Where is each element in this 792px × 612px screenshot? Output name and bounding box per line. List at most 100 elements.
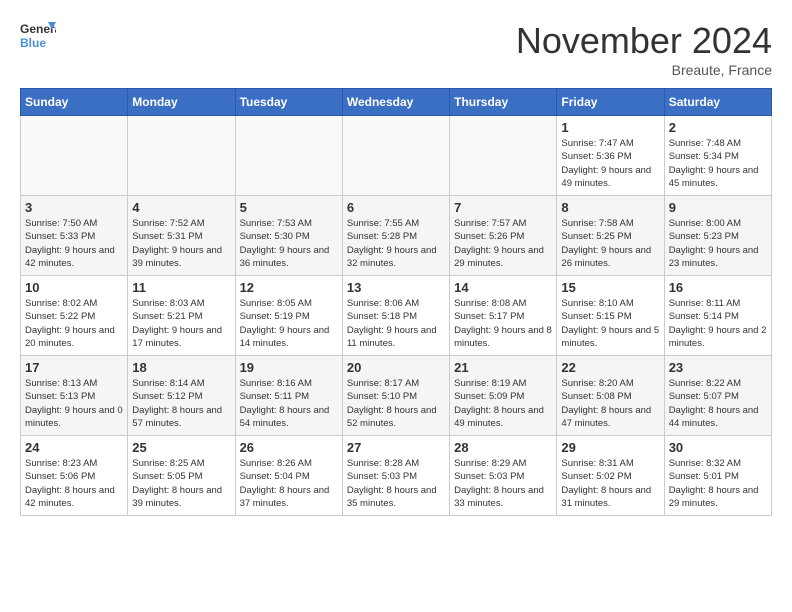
calendar-cell: 27 Sunrise: 8:28 AM Sunset: 5:03 PM Dayli… xyxy=(342,436,449,516)
calendar-cell: 14 Sunrise: 8:08 AM Sunset: 5:17 PM Dayli… xyxy=(450,276,557,356)
day-number: 4 xyxy=(132,200,230,215)
calendar-cell xyxy=(235,116,342,196)
day-number: 14 xyxy=(454,280,552,295)
day-number: 20 xyxy=(347,360,445,375)
calendar-cell: 8 Sunrise: 7:58 AM Sunset: 5:25 PM Daylig… xyxy=(557,196,664,276)
day-info: Sunrise: 8:28 AM Sunset: 5:03 PM Dayligh… xyxy=(347,457,445,510)
day-number: 17 xyxy=(25,360,123,375)
day-number: 6 xyxy=(347,200,445,215)
day-info: Sunrise: 7:58 AM Sunset: 5:25 PM Dayligh… xyxy=(561,217,659,270)
day-info: Sunrise: 8:02 AM Sunset: 5:22 PM Dayligh… xyxy=(25,297,123,350)
calendar-cell: 17 Sunrise: 8:13 AM Sunset: 5:13 PM Dayli… xyxy=(21,356,128,436)
calendar-cell xyxy=(21,116,128,196)
day-info: Sunrise: 7:48 AM Sunset: 5:34 PM Dayligh… xyxy=(669,137,767,190)
calendar-cell: 6 Sunrise: 7:55 AM Sunset: 5:28 PM Daylig… xyxy=(342,196,449,276)
weekday-header: Saturday xyxy=(664,89,771,116)
day-number: 9 xyxy=(669,200,767,215)
page-header: General Blue November 2024 Breaute, Fran… xyxy=(20,20,772,78)
weekday-header: Wednesday xyxy=(342,89,449,116)
day-number: 15 xyxy=(561,280,659,295)
day-info: Sunrise: 7:47 AM Sunset: 5:36 PM Dayligh… xyxy=(561,137,659,190)
day-number: 29 xyxy=(561,440,659,455)
day-info: Sunrise: 8:17 AM Sunset: 5:10 PM Dayligh… xyxy=(347,377,445,430)
logo: General Blue xyxy=(20,20,56,50)
weekday-header: Friday xyxy=(557,89,664,116)
day-number: 28 xyxy=(454,440,552,455)
calendar-cell: 3 Sunrise: 7:50 AM Sunset: 5:33 PM Daylig… xyxy=(21,196,128,276)
logo-svg: General Blue xyxy=(20,20,56,50)
calendar-cell: 1 Sunrise: 7:47 AM Sunset: 5:36 PM Daylig… xyxy=(557,116,664,196)
month-title: November 2024 xyxy=(516,20,772,62)
calendar-cell: 23Sunrise: 8:22 AM Sunset: 5:07 PM Dayli… xyxy=(664,356,771,436)
calendar-cell: 20 Sunrise: 8:17 AM Sunset: 5:10 PM Dayli… xyxy=(342,356,449,436)
calendar-cell: 9 Sunrise: 8:00 AM Sunset: 5:23 PM Daylig… xyxy=(664,196,771,276)
day-number: 5 xyxy=(240,200,338,215)
calendar-cell: 16 Sunrise: 8:11 AM Sunset: 5:14 PM Dayli… xyxy=(664,276,771,356)
day-number: 16 xyxy=(669,280,767,295)
day-number: 13 xyxy=(347,280,445,295)
location: Breaute, France xyxy=(516,62,772,78)
day-number: 19 xyxy=(240,360,338,375)
calendar-cell: 24Sunrise: 8:23 AM Sunset: 5:06 PM Dayli… xyxy=(21,436,128,516)
day-info: Sunrise: 8:19 AM Sunset: 5:09 PM Dayligh… xyxy=(454,377,552,430)
calendar-row: 3 Sunrise: 7:50 AM Sunset: 5:33 PM Daylig… xyxy=(21,196,772,276)
calendar-cell: 4 Sunrise: 7:52 AM Sunset: 5:31 PM Daylig… xyxy=(128,196,235,276)
calendar-row: 10 Sunrise: 8:02 AM Sunset: 5:22 PM Dayli… xyxy=(21,276,772,356)
calendar-cell: 7Sunrise: 7:57 AM Sunset: 5:26 PM Daylig… xyxy=(450,196,557,276)
svg-text:Blue: Blue xyxy=(20,36,46,50)
day-number: 2 xyxy=(669,120,767,135)
day-number: 11 xyxy=(132,280,230,295)
day-number: 12 xyxy=(240,280,338,295)
calendar-cell xyxy=(342,116,449,196)
day-info: Sunrise: 7:53 AM Sunset: 5:30 PM Dayligh… xyxy=(240,217,338,270)
day-number: 23 xyxy=(669,360,767,375)
calendar-cell xyxy=(450,116,557,196)
day-info: Sunrise: 7:50 AM Sunset: 5:33 PM Dayligh… xyxy=(25,217,123,270)
calendar-cell: 12 Sunrise: 8:05 AM Sunset: 5:19 PM Dayli… xyxy=(235,276,342,356)
day-number: 7 xyxy=(454,200,552,215)
weekday-header: Monday xyxy=(128,89,235,116)
day-info: Sunrise: 8:13 AM Sunset: 5:13 PM Dayligh… xyxy=(25,377,123,430)
weekday-header: Tuesday xyxy=(235,89,342,116)
day-info: Sunrise: 8:06 AM Sunset: 5:18 PM Dayligh… xyxy=(347,297,445,350)
calendar-cell: 22Sunrise: 8:20 AM Sunset: 5:08 PM Dayli… xyxy=(557,356,664,436)
day-number: 8 xyxy=(561,200,659,215)
calendar-cell xyxy=(128,116,235,196)
day-number: 27 xyxy=(347,440,445,455)
day-info: Sunrise: 7:52 AM Sunset: 5:31 PM Dayligh… xyxy=(132,217,230,270)
day-number: 1 xyxy=(561,120,659,135)
day-number: 21 xyxy=(454,360,552,375)
day-number: 25 xyxy=(132,440,230,455)
calendar-cell: 25 Sunrise: 8:25 AM Sunset: 5:05 PM Dayli… xyxy=(128,436,235,516)
calendar-cell: 13 Sunrise: 8:06 AM Sunset: 5:18 PM Dayli… xyxy=(342,276,449,356)
calendar-cell: 2 Sunrise: 7:48 AM Sunset: 5:34 PM Daylig… xyxy=(664,116,771,196)
title-block: November 2024 Breaute, France xyxy=(516,20,772,78)
day-number: 26 xyxy=(240,440,338,455)
day-info: Sunrise: 8:16 AM Sunset: 5:11 PM Dayligh… xyxy=(240,377,338,430)
day-info: Sunrise: 8:32 AM Sunset: 5:01 PM Dayligh… xyxy=(669,457,767,510)
day-info: Sunrise: 8:14 AM Sunset: 5:12 PM Dayligh… xyxy=(132,377,230,430)
day-info: Sunrise: 8:03 AM Sunset: 5:21 PM Dayligh… xyxy=(132,297,230,350)
day-number: 10 xyxy=(25,280,123,295)
calendar-cell: 18 Sunrise: 8:14 AM Sunset: 5:12 PM Dayli… xyxy=(128,356,235,436)
day-number: 30 xyxy=(669,440,767,455)
day-info: Sunrise: 8:10 AM Sunset: 5:15 PM Dayligh… xyxy=(561,297,659,350)
calendar-cell: 10 Sunrise: 8:02 AM Sunset: 5:22 PM Dayli… xyxy=(21,276,128,356)
day-info: Sunrise: 8:00 AM Sunset: 5:23 PM Dayligh… xyxy=(669,217,767,270)
calendar-cell: 5 Sunrise: 7:53 AM Sunset: 5:30 PM Daylig… xyxy=(235,196,342,276)
day-info: Sunrise: 8:08 AM Sunset: 5:17 PM Dayligh… xyxy=(454,297,552,350)
day-info: Sunrise: 8:20 AM Sunset: 5:08 PM Dayligh… xyxy=(561,377,659,430)
day-info: Sunrise: 8:11 AM Sunset: 5:14 PM Dayligh… xyxy=(669,297,767,350)
calendar-row: 1 Sunrise: 7:47 AM Sunset: 5:36 PM Daylig… xyxy=(21,116,772,196)
calendar-cell: 21 Sunrise: 8:19 AM Sunset: 5:09 PM Dayli… xyxy=(450,356,557,436)
calendar-cell: 15 Sunrise: 8:10 AM Sunset: 5:15 PM Dayli… xyxy=(557,276,664,356)
day-number: 3 xyxy=(25,200,123,215)
day-number: 18 xyxy=(132,360,230,375)
weekday-header: Sunday xyxy=(21,89,128,116)
day-info: Sunrise: 7:55 AM Sunset: 5:28 PM Dayligh… xyxy=(347,217,445,270)
day-info: Sunrise: 8:29 AM Sunset: 5:03 PM Dayligh… xyxy=(454,457,552,510)
day-info: Sunrise: 8:05 AM Sunset: 5:19 PM Dayligh… xyxy=(240,297,338,350)
calendar-cell: 28 Sunrise: 8:29 AM Sunset: 5:03 PM Dayli… xyxy=(450,436,557,516)
day-info: Sunrise: 8:31 AM Sunset: 5:02 PM Dayligh… xyxy=(561,457,659,510)
day-info: Sunrise: 8:25 AM Sunset: 5:05 PM Dayligh… xyxy=(132,457,230,510)
